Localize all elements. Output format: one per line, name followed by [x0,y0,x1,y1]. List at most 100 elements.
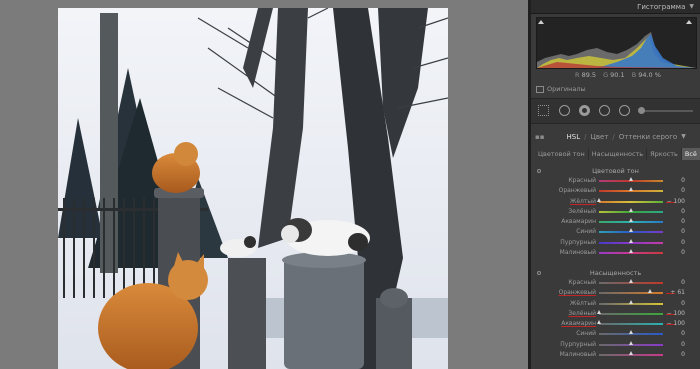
hsl-header[interactable]: ▪▪ HSL / Цвет / Оттенки серого ▼ [531,130,700,143]
slider-track[interactable] [599,351,663,357]
slider-track[interactable] [599,177,663,182]
slider-track[interactable] [599,279,663,284]
radial-filter-icon[interactable] [619,105,630,116]
hsl-tab[interactable]: HSL [567,133,581,141]
target-circle-icon[interactable] [579,105,590,116]
brush-size-slider[interactable] [638,107,693,114]
histogram-title: Гистограмма [637,2,686,11]
slider-track[interactable] [599,299,663,305]
tab-hue[interactable]: Цветовой тон [535,148,589,160]
slider-thumb[interactable] [628,187,633,192]
slider-row[interactable]: Пурпурный 0 [531,238,700,248]
slider-value[interactable]: 0 [661,186,685,196]
slider-label: Оранжевый [558,187,596,195]
slider-track[interactable] [599,330,663,336]
histogram[interactable] [536,17,697,69]
slider-thumb[interactable] [628,279,633,283]
slider-track[interactable] [599,238,663,244]
slider-value[interactable]: − 100 [661,319,685,329]
slider-value[interactable]: 0 [661,340,685,350]
slider-row[interactable]: Аквамарин 0 [531,217,700,227]
slider-thumb[interactable] [596,309,601,314]
photo-preview[interactable] [58,8,448,369]
tab-all[interactable]: Всё [681,148,700,160]
slider-track[interactable] [596,309,663,315]
slider-row[interactable]: Малиновый 0 [531,248,700,258]
slider-row[interactable]: Малиновый 0 [531,350,700,360]
slider-thumb[interactable] [628,249,633,254]
slider-thumb[interactable] [596,320,601,325]
slider-value[interactable]: − 100 [661,309,685,319]
slider-track[interactable] [599,207,663,213]
slider-row[interactable]: Красный 0 [531,278,700,288]
slider-row[interactable]: Синий 0 [531,227,700,237]
slider-thumb[interactable] [628,340,633,345]
slider-thumb[interactable] [628,177,633,181]
slider-track[interactable] [599,249,663,255]
slider-track[interactable] [599,289,663,295]
tab-luminance[interactable]: Яркость [647,148,682,160]
slider-thumb[interactable] [596,197,601,202]
slider-thumb[interactable] [628,299,633,304]
slider-thumb[interactable] [628,351,633,356]
slider-track[interactable] [599,187,663,193]
grayscale-tab[interactable]: Оттенки серого [619,133,677,141]
slider-value[interactable]: 0 [661,207,685,217]
tab-saturation[interactable]: Насыщенность [589,148,648,160]
slider-value[interactable]: 0 [661,350,685,360]
originals-checkbox[interactable] [536,85,544,93]
target-adjust-icon[interactable] [537,271,541,275]
slider-row[interactable]: Красный 0 [531,176,700,186]
slider-value[interactable]: + 61 [661,288,685,298]
slider-thumb[interactable] [647,289,652,294]
g-label: G [603,71,609,79]
slider-value[interactable]: 0 [661,227,685,237]
plus-icon[interactable]: ▪▪ [535,133,545,141]
target-adjust-icon[interactable] [537,169,541,173]
slider-thumb[interactable] [628,218,633,223]
slider-value[interactable]: 0 [661,248,685,258]
slider-thumb[interactable] [628,238,633,243]
slider-track[interactable] [596,197,663,203]
color-tab[interactable]: Цвет [590,133,608,141]
slider-value[interactable]: 0 [661,217,685,227]
slider-track[interactable] [596,320,663,326]
hue-rows: Красный 0 Оранжевый 0 Жёлтый − 100 Зелёный 0 Акв… [531,176,700,258]
slider-thumb[interactable] [628,330,633,335]
spot-removal-icon[interactable] [599,105,610,116]
slider-value[interactable]: 0 [661,278,685,288]
originals-label: Оригиналы [547,85,586,93]
slider-thumb[interactable] [628,228,633,233]
slider-label: Зелёный [568,309,596,317]
slider-thumb[interactable] [628,207,633,212]
slider-value[interactable]: 0 [661,299,685,309]
slider-row[interactable]: Синий 0 [531,329,700,339]
crop-circle-icon[interactable] [559,105,570,116]
slider-row[interactable]: Жёлтый − 100 [531,197,700,207]
histogram-header[interactable]: Гистограмма ▼ [531,0,700,14]
slider-row[interactable]: Пурпурный 0 [531,340,700,350]
slider-row[interactable]: Зелёный 0 [531,207,700,217]
grid-icon[interactable] [538,105,549,116]
rgb-readout: R 89.5 G 90.1 B 94.0 % [531,71,700,79]
slider-knob[interactable] [638,107,645,114]
slider-row[interactable]: Зелёный − 100 [531,309,700,319]
tool-strip [531,98,700,124]
slider-value[interactable]: − 100 [661,197,685,207]
slider-value[interactable]: 0 [661,238,685,248]
slider-row[interactable]: Оранжевый 0 [531,186,700,196]
slider-track[interactable] [599,228,663,234]
slider-row[interactable]: Аквамарин − 100 [531,319,700,329]
slider-value[interactable]: 0 [661,329,685,339]
slider-track[interactable] [599,340,663,346]
slider-row[interactable]: Жёлтый 0 [531,299,700,309]
r-value: 89.5 [581,71,597,79]
collapse-triangle-icon[interactable]: ▼ [689,3,694,10]
slider-value[interactable]: 0 [661,176,685,186]
slider-label: Синий [576,228,596,236]
collapse-triangle-icon[interactable]: ▼ [681,133,686,140]
slider-label: Малиновый [559,249,596,257]
slider-track[interactable] [599,218,663,224]
slider-row[interactable]: Оранжевый + 61 [531,288,700,298]
originals-toggle[interactable]: Оригиналы [536,85,586,93]
